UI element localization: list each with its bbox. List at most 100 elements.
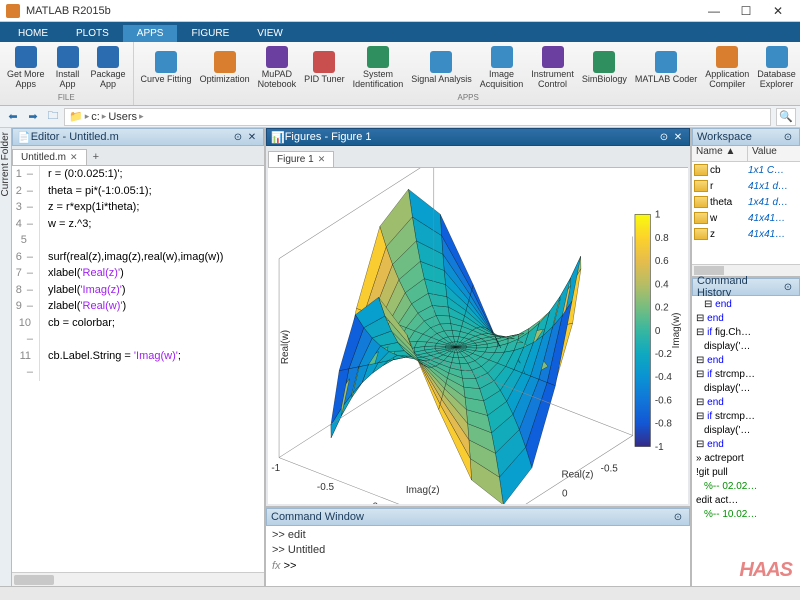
- ribbon-tab-plots[interactable]: PLOTS: [62, 25, 123, 42]
- history-entry[interactable]: ⊟ end: [696, 354, 796, 368]
- close-button[interactable]: ✕: [762, 1, 794, 21]
- breadcrumb[interactable]: 📁 ▸ c: ▸ Users ▸: [64, 108, 771, 126]
- panel-menu-icon[interactable]: ⊙: [781, 130, 795, 144]
- history-entry[interactable]: %-- 10.02…: [696, 508, 796, 522]
- back-button[interactable]: ⬅: [4, 108, 22, 126]
- path-search-button[interactable]: 🔍: [776, 108, 796, 126]
- app-button-package-app[interactable]: Package App: [87, 44, 130, 92]
- command-history-titlebar[interactable]: Command History ⊙: [692, 278, 800, 296]
- app-button-optimization[interactable]: Optimization: [196, 44, 254, 92]
- maximize-button[interactable]: ☐: [730, 1, 762, 21]
- history-entry[interactable]: display('…: [696, 340, 796, 354]
- app-button-matlab-coder[interactable]: MATLAB Coder: [631, 44, 701, 92]
- code-line[interactable]: 1 –r = (0:0.025:1)';: [12, 166, 264, 183]
- history-entry[interactable]: display('…: [696, 424, 796, 438]
- history-entry[interactable]: ⊟ if fig.Ch…: [696, 326, 796, 340]
- workspace-variable[interactable]: z41x41…: [692, 226, 800, 242]
- figures-panel: 📊 Figures - Figure 1 ⊙ ✕ Figure 1 ✕ -1-0…: [266, 128, 690, 508]
- code-line[interactable]: 9 –zlabel('Real(w)'): [12, 298, 264, 315]
- history-entry[interactable]: !git pull: [696, 466, 796, 480]
- line-number: 2 –: [12, 183, 40, 200]
- app-button-curve-fitting[interactable]: Curve Fitting: [137, 44, 196, 92]
- workspace-body[interactable]: cb1x1 C…r41x1 d…theta1x41 d…w41x41…z41x4…: [692, 162, 800, 264]
- workspace-horizontal-scrollbar[interactable]: [692, 264, 800, 276]
- code-line[interactable]: 7 –xlabel('Real(z)'): [12, 265, 264, 282]
- ribbon-tab-figure[interactable]: FIGURE: [177, 25, 243, 42]
- ribbon-tab-home[interactable]: HOME: [4, 25, 62, 42]
- workspace-col-value[interactable]: Value: [748, 146, 800, 161]
- variable-icon: [694, 196, 708, 208]
- history-entry[interactable]: ⊟ end: [696, 438, 796, 452]
- address-bar: ⬅ ➡ 🗀 📁 ▸ c: ▸ Users ▸ 🔍: [0, 106, 800, 128]
- workspace-title: Workspace: [697, 131, 781, 143]
- app-label: Get More Apps: [7, 70, 45, 90]
- history-entry[interactable]: ⊟ if strcmp…: [696, 368, 796, 382]
- app-button-instrument-control[interactable]: Instrument Control: [527, 44, 578, 92]
- forward-button[interactable]: ➡: [24, 108, 42, 126]
- app-button-database-explorer[interactable]: Database Explorer: [753, 44, 800, 92]
- editor-file-tab[interactable]: Untitled.m ✕: [12, 149, 87, 165]
- editor-titlebar[interactable]: 📄 Editor - Untitled.m ⊙ ✕: [12, 128, 264, 146]
- figure-axes[interactable]: -1-0.500.51-1-0.500.51-1-0.500.51Real(w)…: [268, 168, 688, 504]
- code-line[interactable]: 5: [12, 232, 264, 249]
- close-panel-icon[interactable]: ✕: [671, 130, 685, 144]
- app-button-image-acquisition[interactable]: Image Acquisition: [476, 44, 528, 92]
- new-tab-button[interactable]: +: [87, 149, 105, 165]
- app-button-signal-analysis[interactable]: Signal Analysis: [407, 44, 476, 92]
- app-button-system-identification[interactable]: System Identification: [349, 44, 408, 92]
- figures-titlebar[interactable]: 📊 Figures - Figure 1 ⊙ ✕: [266, 128, 690, 146]
- command-window[interactable]: >> edit>> Untitledfx >>: [266, 526, 690, 586]
- maximize-panel-icon[interactable]: ⊙: [231, 130, 245, 144]
- ribbon-tab-view[interactable]: VIEW: [243, 25, 297, 42]
- app-button-mupad-notebook[interactable]: MuPAD Notebook: [254, 44, 301, 92]
- history-entry[interactable]: display('…: [696, 382, 796, 396]
- svg-text:0.8: 0.8: [655, 233, 669, 244]
- cmd-prompt[interactable]: fx >>: [272, 559, 684, 574]
- maximize-panel-icon[interactable]: ⊙: [657, 130, 671, 144]
- history-entry[interactable]: ⊟ end: [696, 298, 796, 312]
- app-icon: [266, 46, 288, 68]
- editor-horizontal-scrollbar[interactable]: [12, 572, 264, 586]
- history-entry[interactable]: » actreport: [696, 452, 796, 466]
- code-line[interactable]: 8 –ylabel('Imag(z)'): [12, 282, 264, 299]
- current-folder-collapsed[interactable]: Current Folder: [0, 128, 12, 586]
- breadcrumb-part[interactable]: Users: [108, 111, 137, 123]
- command-window-titlebar[interactable]: Command Window ⊙: [266, 508, 690, 526]
- close-tab-icon[interactable]: ✕: [70, 152, 78, 163]
- code-line[interactable]: 4 –w = z.^3;: [12, 216, 264, 233]
- code-line[interactable]: 6 –surf(real(z),imag(z),real(w),imag(w)): [12, 249, 264, 266]
- workspace-titlebar[interactable]: Workspace ⊙: [692, 128, 800, 146]
- panel-menu-icon[interactable]: ⊙: [671, 510, 685, 524]
- breadcrumb-part[interactable]: c:: [91, 111, 100, 123]
- history-entry[interactable]: ⊟ end: [696, 396, 796, 410]
- close-tab-icon[interactable]: ✕: [318, 154, 326, 165]
- minimize-button[interactable]: —: [698, 1, 730, 21]
- panel-menu-icon[interactable]: ⊙: [781, 280, 795, 294]
- history-entry[interactable]: %-- 02.02…: [696, 480, 796, 494]
- code-editor[interactable]: 1 –r = (0:0.025:1)';2 –theta = pi*(-1:0.…: [12, 166, 264, 572]
- workspace-header[interactable]: Name ▲ Value: [692, 146, 800, 162]
- app-button-install-app[interactable]: Install App: [49, 44, 87, 92]
- workspace-variable[interactable]: cb1x1 C…: [692, 162, 800, 178]
- workspace-variable[interactable]: theta1x41 d…: [692, 194, 800, 210]
- ribbon-tab-apps[interactable]: APPS: [123, 25, 178, 42]
- code-line[interactable]: 10 –cb = colorbar;: [12, 315, 264, 348]
- code-line[interactable]: 3 –z = r*exp(1i*theta);: [12, 199, 264, 216]
- code-line[interactable]: 11 –cb.Label.String = 'Imag(w)';: [12, 348, 264, 381]
- app-button-simbiology[interactable]: SimBiology: [578, 44, 631, 92]
- figure-tab[interactable]: Figure 1 ✕: [268, 151, 334, 167]
- history-entry[interactable]: edit act…: [696, 494, 796, 508]
- code-line[interactable]: 2 –theta = pi*(-1:0.05:1);: [12, 183, 264, 200]
- history-entry[interactable]: ⊟ if strcmp…: [696, 410, 796, 424]
- app-button-pid-tuner[interactable]: PID Tuner: [300, 44, 349, 92]
- app-button-get-more-apps[interactable]: Get More Apps: [3, 44, 49, 92]
- history-entry[interactable]: ⊟ end: [696, 312, 796, 326]
- close-panel-icon[interactable]: ✕: [245, 130, 259, 144]
- up-folder-button[interactable]: 🗀: [44, 108, 62, 126]
- app-button-application-compiler[interactable]: Application Compiler: [701, 44, 753, 92]
- workspace-variable[interactable]: r41x1 d…: [692, 178, 800, 194]
- variable-icon: [694, 164, 708, 176]
- command-history[interactable]: ⊟ end⊟ end⊟ if fig.Ch…display('…⊟ end⊟ i…: [692, 296, 800, 586]
- workspace-col-name[interactable]: Name ▲: [692, 146, 748, 161]
- workspace-variable[interactable]: w41x41…: [692, 210, 800, 226]
